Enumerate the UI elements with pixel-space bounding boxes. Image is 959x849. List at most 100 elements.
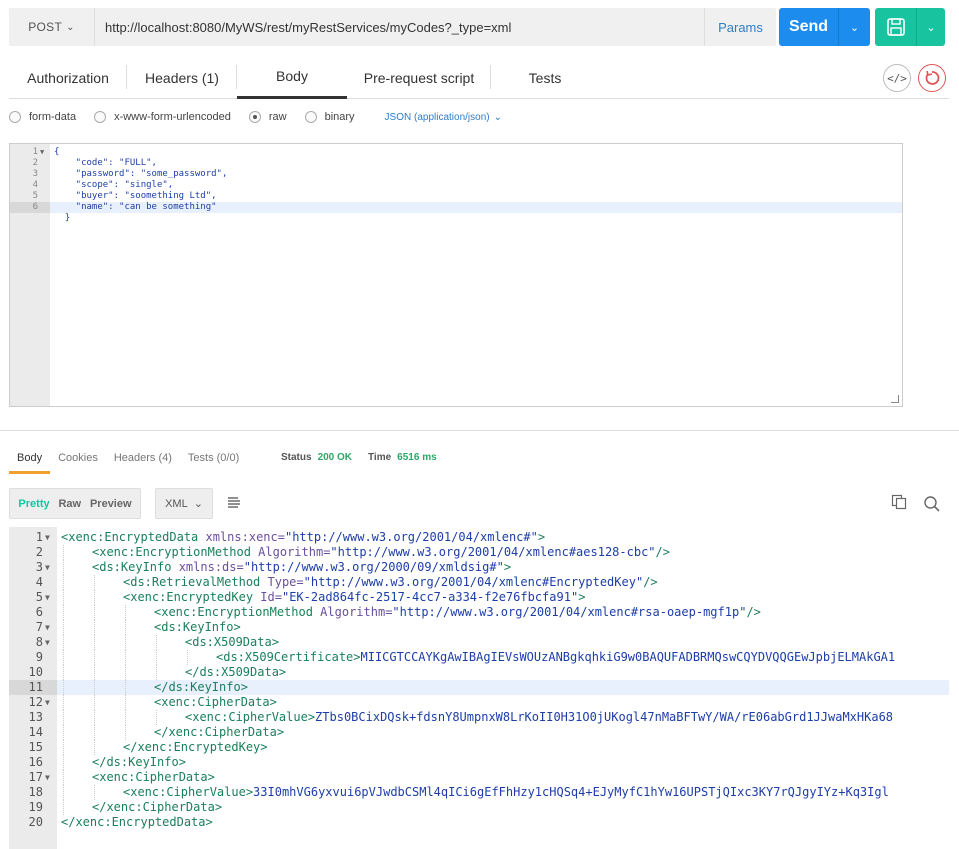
code-line: 2 "code": "FULL", xyxy=(10,158,902,169)
response-tab-cookies[interactable]: Cookies xyxy=(50,447,106,471)
indent-guide xyxy=(63,650,64,665)
code-line: 6 "name": "can be something" xyxy=(10,202,902,213)
response-tab-body[interactable]: Body xyxy=(9,447,51,474)
fold-arrow-icon[interactable]: ▼ xyxy=(45,695,50,710)
indent-guide xyxy=(94,725,95,740)
fold-arrow-icon[interactable]: ▼ xyxy=(45,530,50,545)
view-pretty-button[interactable]: Pretty xyxy=(18,498,49,510)
radio-button[interactable] xyxy=(304,111,317,123)
search-icon[interactable] xyxy=(923,495,941,513)
indent-guide xyxy=(63,800,64,815)
line-number: 6 xyxy=(35,605,43,619)
radio-label: form-data xyxy=(29,111,77,123)
indent-guide xyxy=(156,665,157,680)
copy-icon[interactable] xyxy=(891,494,907,510)
radio-form-data[interactable]: form-data xyxy=(9,111,76,123)
time-value: 6516 ms xyxy=(397,452,437,463)
xml-token: </xenc:EncryptedData> xyxy=(61,815,213,829)
xml-token: <xenc:EncryptionMethod xyxy=(154,605,321,619)
tab-body[interactable]: Body xyxy=(237,56,347,99)
tab-pre-request-script[interactable]: Pre-request script xyxy=(347,56,491,99)
xml-token: /> xyxy=(655,545,670,559)
code-line: 10 </ds:X509Data> xyxy=(9,665,949,680)
tab-tests[interactable]: Tests xyxy=(491,56,599,99)
content-type-select[interactable]: JSON (application/json) ⌄ xyxy=(385,112,502,123)
save-button[interactable] xyxy=(875,8,917,46)
indent-guide xyxy=(94,680,95,695)
xml-token: Algorithm= xyxy=(320,605,393,619)
code-text: </xenc:CipherData> xyxy=(154,725,284,740)
indent-guide xyxy=(63,605,64,620)
xml-token: "http://www.w3.org/2000/09/xmldsig#" xyxy=(243,560,504,574)
format-select[interactable]: XML ⌄ xyxy=(155,488,213,519)
generate-code-button[interactable]: </> xyxy=(883,64,911,92)
line-number: 6 xyxy=(10,202,50,213)
method-select[interactable]: POST ⌄ xyxy=(9,8,95,46)
view-raw-button[interactable]: Raw xyxy=(58,498,81,510)
send-options-chevron-icon[interactable]: ⌄ xyxy=(839,8,870,46)
params-button[interactable]: Params xyxy=(704,8,776,46)
response-tab-tests[interactable]: Tests (0/0) xyxy=(180,447,247,471)
radio-button[interactable] xyxy=(9,111,21,123)
code-text: <ds:RetrievalMethod Type="http://www.w3.… xyxy=(123,575,658,590)
indent-guide xyxy=(63,665,64,680)
indent-guide xyxy=(125,695,126,710)
indent-guide xyxy=(156,650,157,665)
status-display: Status 200 OK xyxy=(281,452,352,463)
radio-binary[interactable]: binary xyxy=(304,111,355,123)
code-text: <ds:X509Data> xyxy=(185,635,279,650)
fold-arrow-icon[interactable]: ▼ xyxy=(45,770,50,785)
line-number: 17 xyxy=(28,770,43,784)
code-text: <ds:KeyInfo> xyxy=(154,620,241,635)
indent-guide xyxy=(63,740,64,755)
response-body-viewer[interactable]: 1 ▼ <xenc:EncryptedData xmlns:xenc="http:/… xyxy=(9,527,949,849)
line-number: 9 xyxy=(35,650,43,664)
url-bar: POST ⌄ http://localhost:8080/MyWS/rest/m… xyxy=(9,8,776,46)
code-line: 20 </xenc:EncryptedData> xyxy=(9,815,949,830)
view-preview-button[interactable]: Preview xyxy=(90,498,132,510)
wrap-lines-icon[interactable] xyxy=(227,496,241,510)
code-text: { xyxy=(54,147,60,157)
code-text: <xenc:EncryptionMethod Algorithm="http:/… xyxy=(154,605,761,620)
url-input[interactable]: http://localhost:8080/MyWS/rest/myRestSe… xyxy=(95,20,704,35)
code-line: 11 </ds:KeyInfo> xyxy=(9,680,949,695)
xml-token: xmlns:xenc= xyxy=(205,530,285,544)
xml-token: <ds:X509Data> xyxy=(185,635,279,649)
tab-authorization[interactable]: Authorization xyxy=(9,56,127,99)
save-options-chevron-icon[interactable]: ⌄ xyxy=(917,8,945,46)
tab-headers[interactable]: Headers (1) xyxy=(127,56,237,99)
fold-arrow-icon[interactable]: ▼ xyxy=(40,147,44,158)
fold-arrow-icon[interactable]: ▼ xyxy=(45,635,50,650)
status-label: Status xyxy=(281,452,312,463)
code-text: <xenc:EncryptedKey Id="EK-2ad864fc-2517-… xyxy=(123,590,585,605)
chevron-down-icon: ⌄ xyxy=(193,498,203,510)
radio-button[interactable] xyxy=(94,111,107,123)
indent-guide xyxy=(125,605,126,620)
indent-guide xyxy=(94,605,95,620)
send-button[interactable]: Send xyxy=(779,8,839,46)
code-text: <ds:KeyInfo xmlns:ds="http://www.w3.org/… xyxy=(92,560,511,575)
response-tab-headers[interactable]: Headers (4) xyxy=(106,447,180,471)
xml-token: <xenc:CipherData> xyxy=(92,770,215,784)
code-text: </ds:KeyInfo> xyxy=(92,755,186,770)
request-body-editor[interactable]: 1 ▼{2 "code": "FULL", 3 "password": "some_… xyxy=(9,143,903,407)
resize-handle-icon[interactable] xyxy=(891,395,899,403)
radio-button[interactable] xyxy=(248,111,261,123)
indent-guide xyxy=(94,590,95,605)
code-line: 15 </xenc:EncryptedKey> xyxy=(9,740,949,755)
xml-token: <xenc:CipherValue> xyxy=(123,785,254,799)
xml-token: <xenc:EncryptedData xyxy=(61,530,206,544)
indent-guide xyxy=(156,710,157,725)
radio-label: raw xyxy=(268,111,287,123)
content-type-label: JSON (application/json) xyxy=(384,111,490,123)
radio-x-www-form-urlencoded[interactable]: x-www-form-urlencoded xyxy=(94,111,231,123)
fold-arrow-icon[interactable]: ▼ xyxy=(45,590,50,605)
line-number: 16 xyxy=(28,755,43,769)
indent-guide xyxy=(94,710,95,725)
fold-arrow-icon[interactable]: ▼ xyxy=(45,620,50,635)
fold-arrow-icon[interactable]: ▼ xyxy=(45,560,50,575)
xml-token: xmlns:ds= xyxy=(178,560,244,574)
xml-token: <ds:KeyInfo> xyxy=(154,620,241,634)
reset-button[interactable] xyxy=(918,64,946,92)
radio-raw[interactable]: raw xyxy=(248,111,287,123)
